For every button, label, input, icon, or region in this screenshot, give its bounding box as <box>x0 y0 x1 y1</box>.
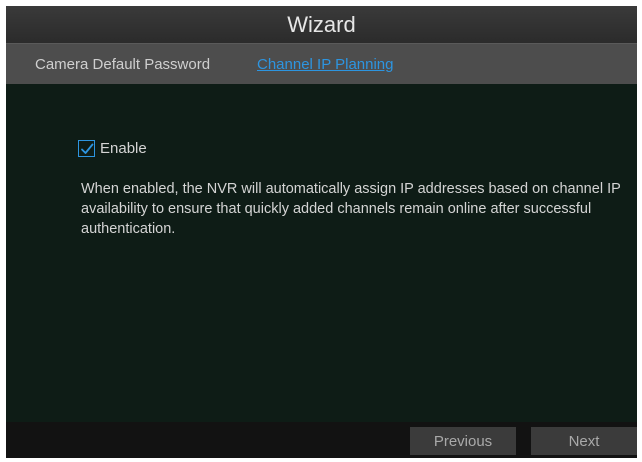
tab-channel-ip-planning[interactable]: Channel IP Planning <box>257 44 394 85</box>
checkmark-icon <box>80 143 93 154</box>
enable-label: Enable <box>100 140 147 157</box>
title-bar: Wizard <box>6 6 637 43</box>
enable-checkbox[interactable] <box>78 140 95 157</box>
description-text: When enabled, the NVR will automatically… <box>81 181 621 237</box>
next-button[interactable]: Next <box>531 427 637 455</box>
window-title: Wizard <box>287 11 356 37</box>
previous-button[interactable]: Previous <box>410 427 516 455</box>
tab-bar: Camera Default Password Channel IP Plann… <box>6 43 637 84</box>
footer-bar: Previous Next <box>6 422 637 458</box>
tab-camera-default-password[interactable]: Camera Default Password <box>35 44 210 85</box>
wizard-window: Wizard Camera Default Password Channel I… <box>6 6 637 458</box>
enable-option: Enable <box>78 140 147 157</box>
content-panel: Enable When enabled, the NVR will automa… <box>6 84 637 422</box>
